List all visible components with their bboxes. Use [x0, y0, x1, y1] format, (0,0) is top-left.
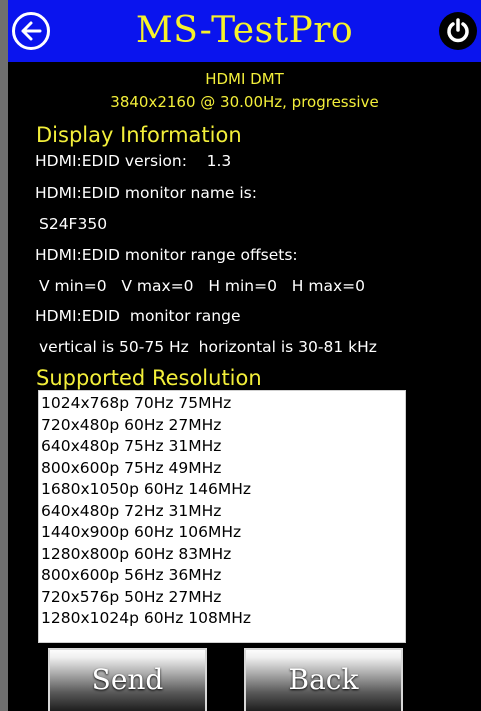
monitor-name-label: HDMI:EDID monitor name is: — [35, 184, 257, 202]
list-item[interactable]: 720x576p 50Hz 27MHz — [41, 587, 405, 609]
header-bar: MS-TestPro — [8, 0, 481, 62]
monitor-name-value: S24F350 — [39, 215, 108, 233]
list-item[interactable]: 1280x1024p 60Hz 108MHz — [41, 608, 405, 630]
list-item[interactable]: 1024x768p 70Hz 75MHz — [41, 393, 405, 415]
supported-resolution-title: Supported Resolution — [36, 366, 262, 390]
back-button-label: Back — [288, 663, 359, 696]
list-item[interactable]: 1440x900p 60Hz 106MHz — [41, 522, 405, 544]
signal-type: HDMI DMT — [205, 70, 284, 88]
monitor-range-label: HDMI:EDID monitor range — [35, 307, 241, 325]
power-icon[interactable] — [439, 12, 477, 50]
list-item[interactable]: 1680x1050p 60Hz 146MHz — [41, 479, 405, 501]
back-button[interactable]: Back — [244, 648, 403, 711]
list-item[interactable]: 720x480p 60Hz 27MHz — [41, 415, 405, 437]
list-item[interactable]: 640x480p 72Hz 31MHz — [41, 501, 405, 523]
range-offsets-label: HDMI:EDID monitor range offsets: — [35, 246, 298, 264]
send-button-label: Send — [91, 663, 164, 696]
edid-version: HDMI:EDID version: 1.3 — [35, 152, 232, 170]
send-button[interactable]: Send — [48, 648, 207, 711]
list-item[interactable]: 800x600p 75Hz 49MHz — [41, 458, 405, 480]
range-offsets-value: V min=0 V max=0 H min=0 H max=0 — [39, 277, 365, 295]
display-information-title: Display Information — [36, 123, 242, 147]
list-item[interactable]: 1280x800p 60Hz 83MHz — [41, 544, 405, 566]
supported-resolution-list[interactable]: 1024x768p 70Hz 75MHz 720x480p 60Hz 27MHz… — [38, 390, 406, 643]
app-title: MS-TestPro — [135, 10, 354, 51]
list-item[interactable]: 640x480p 75Hz 31MHz — [41, 436, 405, 458]
monitor-range-value: vertical is 50-75 Hz horizontal is 30-81… — [39, 338, 377, 356]
signal-timing: 3840x2160 @ 30.00Hz, progressive — [110, 93, 379, 111]
list-item[interactable]: 800x600p 56Hz 36MHz — [41, 565, 405, 587]
